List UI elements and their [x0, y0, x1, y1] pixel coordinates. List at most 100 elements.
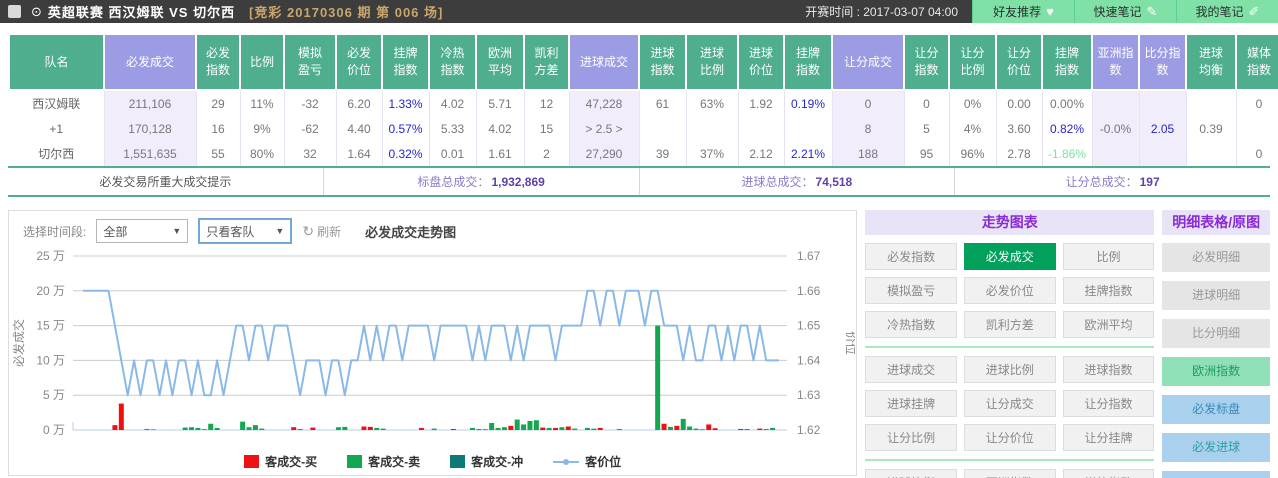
- svg-text:0 万: 0 万: [43, 423, 65, 437]
- col-header: 队名: [8, 33, 105, 91]
- detail-button-进球明细[interactable]: 进球明细: [1162, 281, 1271, 310]
- svg-text:1.65: 1.65: [797, 319, 821, 333]
- svg-text:1.64: 1.64: [797, 353, 821, 367]
- odds-cell: -1.86%: [1042, 141, 1093, 166]
- trend-button-进球挂牌[interactable]: 进球挂牌: [865, 390, 957, 417]
- odds-cell: 1.61: [476, 141, 525, 166]
- col-header: 让分 指数: [903, 33, 950, 91]
- odds-cell: 2: [524, 141, 570, 166]
- col-header: 让分 比例: [948, 33, 997, 91]
- odds-cell: 55: [196, 141, 241, 166]
- detail-button-必发明细[interactable]: 必发明细: [1162, 243, 1271, 272]
- odds-cell: 4.02: [476, 116, 525, 141]
- odds-cell: 5.71: [476, 90, 525, 116]
- col-header: 媒体 指数: [1235, 33, 1278, 91]
- odds-cell: 170,128: [104, 116, 197, 141]
- col-header: 冷热 指数: [428, 33, 477, 91]
- odds-cell: 16: [196, 116, 241, 141]
- trend-button-让分成交[interactable]: 让分成交: [963, 390, 1056, 417]
- odds-cell: [1186, 90, 1237, 116]
- live-target-icon: ⊙: [31, 3, 42, 19]
- odds-table-wrap: 队名 必发成交 必发 指数 比例 模拟 盈亏 必发 价位 挂牌 指数 冷热 指数 欧洲 平均 凯利 方差 进球成交…: [8, 33, 1278, 166]
- page: ⊙ 英超联赛 西汉姆联 VS 切尔西 [竞彩 20170306 期 第 006 …: [0, 0, 1278, 478]
- odds-cell: 39: [639, 141, 687, 166]
- detail-panel-title: 明细表格/原图: [1162, 210, 1271, 235]
- legend-label: 客成交-冲: [471, 455, 524, 469]
- col-header: 进球 指数: [638, 33, 687, 91]
- summary-strip: 必发交易所重大成交提示 标盘总成交： 1,932,869 进球总成交： 74,518 让分…: [8, 166, 1270, 197]
- topbar-button-label: 好友推荐: [993, 5, 1042, 19]
- match-checkbox[interactable]: [8, 5, 21, 18]
- legend-item: 客成交-买: [244, 453, 317, 470]
- svg-text:5 万: 5 万: [43, 388, 65, 402]
- summary-label: 让分总成交：: [1065, 175, 1138, 189]
- odds-cell: 1.64: [336, 141, 383, 166]
- detail-button-比分明细[interactable]: 比分明细: [1162, 319, 1271, 348]
- odds-cell: 15: [524, 116, 570, 141]
- trend-button-必发成交[interactable]: 必发成交: [963, 243, 1056, 270]
- odds-cell: 95: [904, 141, 950, 166]
- trend-button-必发指数[interactable]: 必发指数: [865, 243, 957, 270]
- trend-button-让分比例[interactable]: 让分比例: [865, 424, 957, 451]
- trend-button-冷热指数[interactable]: 冷热指数: [865, 311, 957, 338]
- trend-button-欧洲平均[interactable]: 欧洲平均: [1062, 311, 1155, 338]
- trend-button-媒体指数[interactable]: 媒体指数: [1062, 469, 1155, 478]
- time-range-label: 选择时间段:: [23, 224, 87, 239]
- legend-line-icon: [553, 458, 580, 466]
- odds-cell: 1.33%: [382, 90, 430, 116]
- summary-label: 标盘总成交：: [417, 175, 490, 189]
- team-name: 西汉姆联: [9, 90, 105, 116]
- summary-label: 必发交易所重大成交提示: [99, 175, 232, 189]
- trend-button-进球成交[interactable]: 进球成交: [865, 356, 957, 383]
- odds-cell: [639, 116, 687, 141]
- col-header: 让分成交: [831, 33, 905, 91]
- odds-cell: 0.32%: [382, 141, 430, 166]
- detail-button-必发进球[interactable]: 必发进球: [1162, 433, 1271, 462]
- trend-button-进球比例[interactable]: 进球比例: [963, 356, 1056, 383]
- refresh-icon: ↻: [302, 222, 315, 239]
- topbar-button-1[interactable]: 好友推荐 ♥: [972, 0, 1074, 23]
- trend-button-必发价位[interactable]: 必发价位: [963, 277, 1056, 304]
- odds-cell: [784, 116, 833, 141]
- trend-button-让分指数[interactable]: 让分指数: [1062, 390, 1155, 417]
- chart-title: 必发成交走势图: [365, 224, 457, 240]
- col-header: 比分指数: [1138, 33, 1187, 91]
- match-title: 英超联赛 西汉姆联 VS 切尔西: [47, 5, 236, 20]
- svg-text:1.63: 1.63: [797, 388, 821, 402]
- col-header: 亚洲指数: [1091, 33, 1140, 91]
- trend-button-让分挂牌[interactable]: 让分挂牌: [1062, 424, 1155, 451]
- odds-cell: 37%: [686, 141, 739, 166]
- legend-item: 客成交-冲: [450, 453, 523, 470]
- odds-cell: 6.20: [336, 90, 383, 116]
- refresh-button[interactable]: ↻ 刷新: [302, 223, 341, 240]
- topbar-button-2[interactable]: 快速笔记 ✎: [1074, 0, 1176, 23]
- odds-cell: [1092, 90, 1140, 116]
- team-filter-select[interactable]: 只看客队 ▼: [198, 218, 293, 244]
- odds-cell: 5: [904, 116, 950, 141]
- detail-button-必发标盘[interactable]: 必发标盘: [1162, 395, 1271, 424]
- odds-cell: 47,228: [569, 90, 640, 116]
- detail-button-正确比分[interactable]: 正确比分: [1162, 471, 1271, 478]
- panel-divider: [865, 346, 1155, 348]
- time-range-select[interactable]: 全部 ▼: [96, 219, 189, 243]
- summary-section: 必发交易所重大成交提示: [8, 168, 323, 195]
- chevron-down-icon: ▼: [275, 226, 285, 236]
- summary-section: 标盘总成交： 1,932,869: [322, 168, 639, 195]
- trend-button-模拟盈亏[interactable]: 模拟盈亏: [865, 277, 957, 304]
- odds-cell: 0: [1236, 141, 1278, 166]
- topbar-button-3[interactable]: 我的笔记 ✐: [1176, 0, 1278, 23]
- trend-button-比例[interactable]: 比例: [1062, 243, 1155, 270]
- trend-chart-card: 选择时间段: 全部 ▼ 只看客队 ▼ ↻ 刷新 必发成交走势图 0 万 1.62 5…: [8, 210, 859, 476]
- odds-cell: 0%: [949, 90, 997, 116]
- detail-button-欧洲指数[interactable]: 欧洲指数: [1162, 357, 1271, 386]
- trend-button-挂牌指数[interactable]: 挂牌指数: [1062, 277, 1155, 304]
- trend-button-进球均衡[interactable]: 进球均衡: [865, 469, 957, 478]
- trend-button-进球指数[interactable]: 进球指数: [1062, 356, 1155, 383]
- trend-button-凯利方差[interactable]: 凯利方差: [963, 311, 1056, 338]
- col-header: 进球 均衡: [1185, 33, 1237, 91]
- trend-button-亚洲指数[interactable]: 亚洲指数: [963, 469, 1056, 478]
- odds-cell: 9%: [240, 116, 285, 141]
- kickoff-time: 开赛时间 : 2017-03-07 04:00: [805, 5, 958, 19]
- trend-button-让分价位[interactable]: 让分价位: [963, 424, 1056, 451]
- pencil-icon: ✐: [1248, 3, 1260, 19]
